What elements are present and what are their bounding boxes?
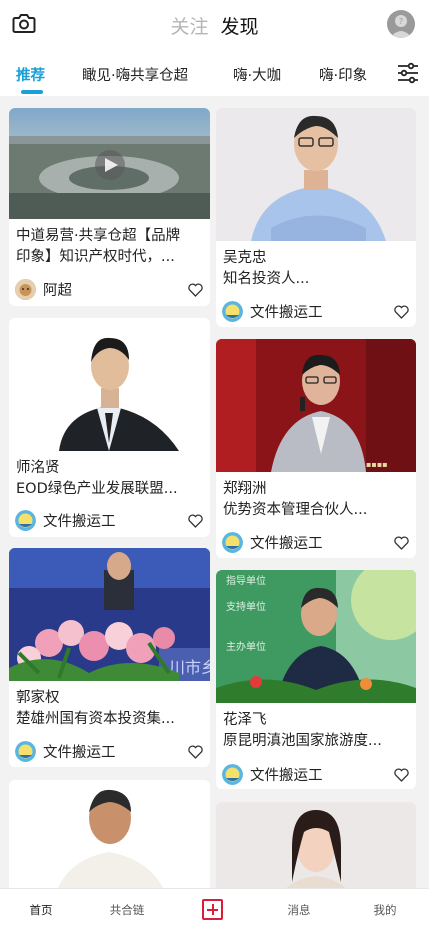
card-title: 吴克忠 知名投资人... bbox=[223, 250, 310, 287]
nav-home[interactable]: 首页 bbox=[30, 902, 53, 918]
category-tabs: 推荐 瞰见·嗨共享仓超 嗨·大咖 嗨·印象 bbox=[0, 50, 429, 96]
active-tab-indicator bbox=[21, 90, 43, 94]
author-avatar bbox=[15, 278, 36, 300]
card-author[interactable]: 文件搬运工 bbox=[222, 531, 323, 553]
like-heart-icon[interactable] bbox=[188, 745, 203, 759]
author-name: 文件搬运工 bbox=[250, 535, 323, 552]
plus-square-icon[interactable] bbox=[202, 899, 223, 920]
card-image bbox=[216, 108, 416, 241]
card-title: 花泽飞 原昆明滇池国家旅游度... bbox=[223, 712, 382, 749]
svg-text:支持单位: 支持单位 bbox=[226, 600, 266, 613]
tab-impression[interactable]: 嗨·印象 bbox=[319, 64, 367, 85]
author-name: 阿超 bbox=[43, 282, 72, 299]
card-title: 郭家权 楚雄州国有资本投资集... bbox=[16, 690, 175, 727]
sliders-icon[interactable] bbox=[397, 62, 419, 84]
feed-card[interactable]: 川市乡 郭家权 楚雄州国有资本投资集... 文件搬运工 bbox=[9, 548, 210, 767]
svg-text:?: ? bbox=[399, 17, 403, 26]
nav-mine[interactable]: 我的 bbox=[374, 902, 397, 918]
feed-card[interactable] bbox=[216, 802, 416, 902]
card-author[interactable]: 文件搬运工 bbox=[15, 740, 116, 762]
feed-card[interactable]: 中道易营·共享仓超【品牌 印象】知识产权时代，... 阿超 bbox=[9, 108, 210, 306]
svg-text:主办单位: 主办单位 bbox=[226, 640, 266, 653]
like-heart-icon[interactable] bbox=[188, 283, 203, 297]
tab-follow[interactable]: 关注 bbox=[170, 16, 208, 38]
tab-big-names[interactable]: 嗨·大咖 bbox=[233, 64, 281, 85]
author-name: 文件搬运工 bbox=[43, 513, 116, 530]
card-image bbox=[9, 318, 210, 451]
card-image: ▪▪▪▪ bbox=[216, 339, 416, 472]
card-author[interactable]: 阿超 bbox=[15, 278, 72, 300]
like-heart-icon[interactable] bbox=[394, 536, 409, 550]
author-avatar bbox=[15, 509, 36, 531]
like-heart-icon[interactable] bbox=[394, 768, 409, 782]
card-author[interactable]: 文件搬运工 bbox=[222, 763, 323, 785]
like-heart-icon[interactable] bbox=[394, 305, 409, 319]
tab-discover[interactable]: 发现 bbox=[221, 16, 259, 38]
top-header: 关注 发现 ? bbox=[0, 0, 429, 50]
tab-recommend[interactable]: 推荐 bbox=[16, 64, 45, 85]
feed-card[interactable]: 吴克忠 知名投资人... 文件搬运工 bbox=[216, 108, 416, 327]
tab-shared-warehouse[interactable]: 瞰见·嗨共享仓超 bbox=[82, 64, 188, 85]
bottom-nav: 首页 共合链 消息 我的 bbox=[0, 888, 429, 931]
card-video-thumbnail bbox=[9, 108, 210, 219]
author-avatar bbox=[15, 740, 36, 762]
feed-card[interactable]: 指导单位支持单位主办单位 花泽飞 原昆明滇池国家旅游度... 文件搬运工 bbox=[216, 570, 416, 789]
card-title: 郑翔洲 优势资本管理合伙人... bbox=[223, 481, 368, 518]
card-image bbox=[216, 802, 416, 902]
card-author[interactable]: 文件搬运工 bbox=[222, 300, 323, 322]
card-title: 中道易营·共享仓超【品牌 印象】知识产权时代，... bbox=[16, 228, 181, 265]
like-heart-icon[interactable] bbox=[188, 514, 203, 528]
author-avatar bbox=[222, 763, 243, 785]
card-title: 师洺贤 EOD绿色产业发展联盟... bbox=[16, 460, 178, 497]
nav-chain[interactable]: 共合链 bbox=[110, 902, 145, 918]
top-tabs: 关注 发现 bbox=[0, 12, 429, 39]
card-author[interactable]: 文件搬运工 bbox=[15, 509, 116, 531]
author-avatar bbox=[222, 300, 243, 322]
feed-card[interactable] bbox=[9, 780, 210, 900]
author-avatar bbox=[222, 531, 243, 553]
card-image bbox=[9, 780, 210, 900]
svg-text:指导单位: 指导单位 bbox=[226, 574, 266, 587]
app-root: 关注 发现 ? 推荐 瞰见·嗨共享仓超 嗨·大咖 嗨·印象 中道易营·共享仓超【… bbox=[0, 0, 429, 931]
nav-messages[interactable]: 消息 bbox=[288, 902, 311, 918]
author-name: 文件搬运工 bbox=[43, 744, 116, 761]
user-avatar-icon[interactable]: ? bbox=[387, 10, 415, 38]
feed-card[interactable]: 师洺贤 EOD绿色产业发展联盟... 文件搬运工 bbox=[9, 318, 210, 537]
author-name: 文件搬运工 bbox=[250, 304, 323, 321]
svg-text:▪▪▪▪: ▪▪▪▪ bbox=[366, 460, 388, 469]
card-image: 指导单位支持单位主办单位 bbox=[216, 570, 416, 703]
card-image: 川市乡 bbox=[9, 548, 210, 681]
feed-card[interactable]: ▪▪▪▪ 郑翔洲 优势资本管理合伙人... 文件搬运工 bbox=[216, 339, 416, 558]
author-name: 文件搬运工 bbox=[250, 767, 323, 784]
